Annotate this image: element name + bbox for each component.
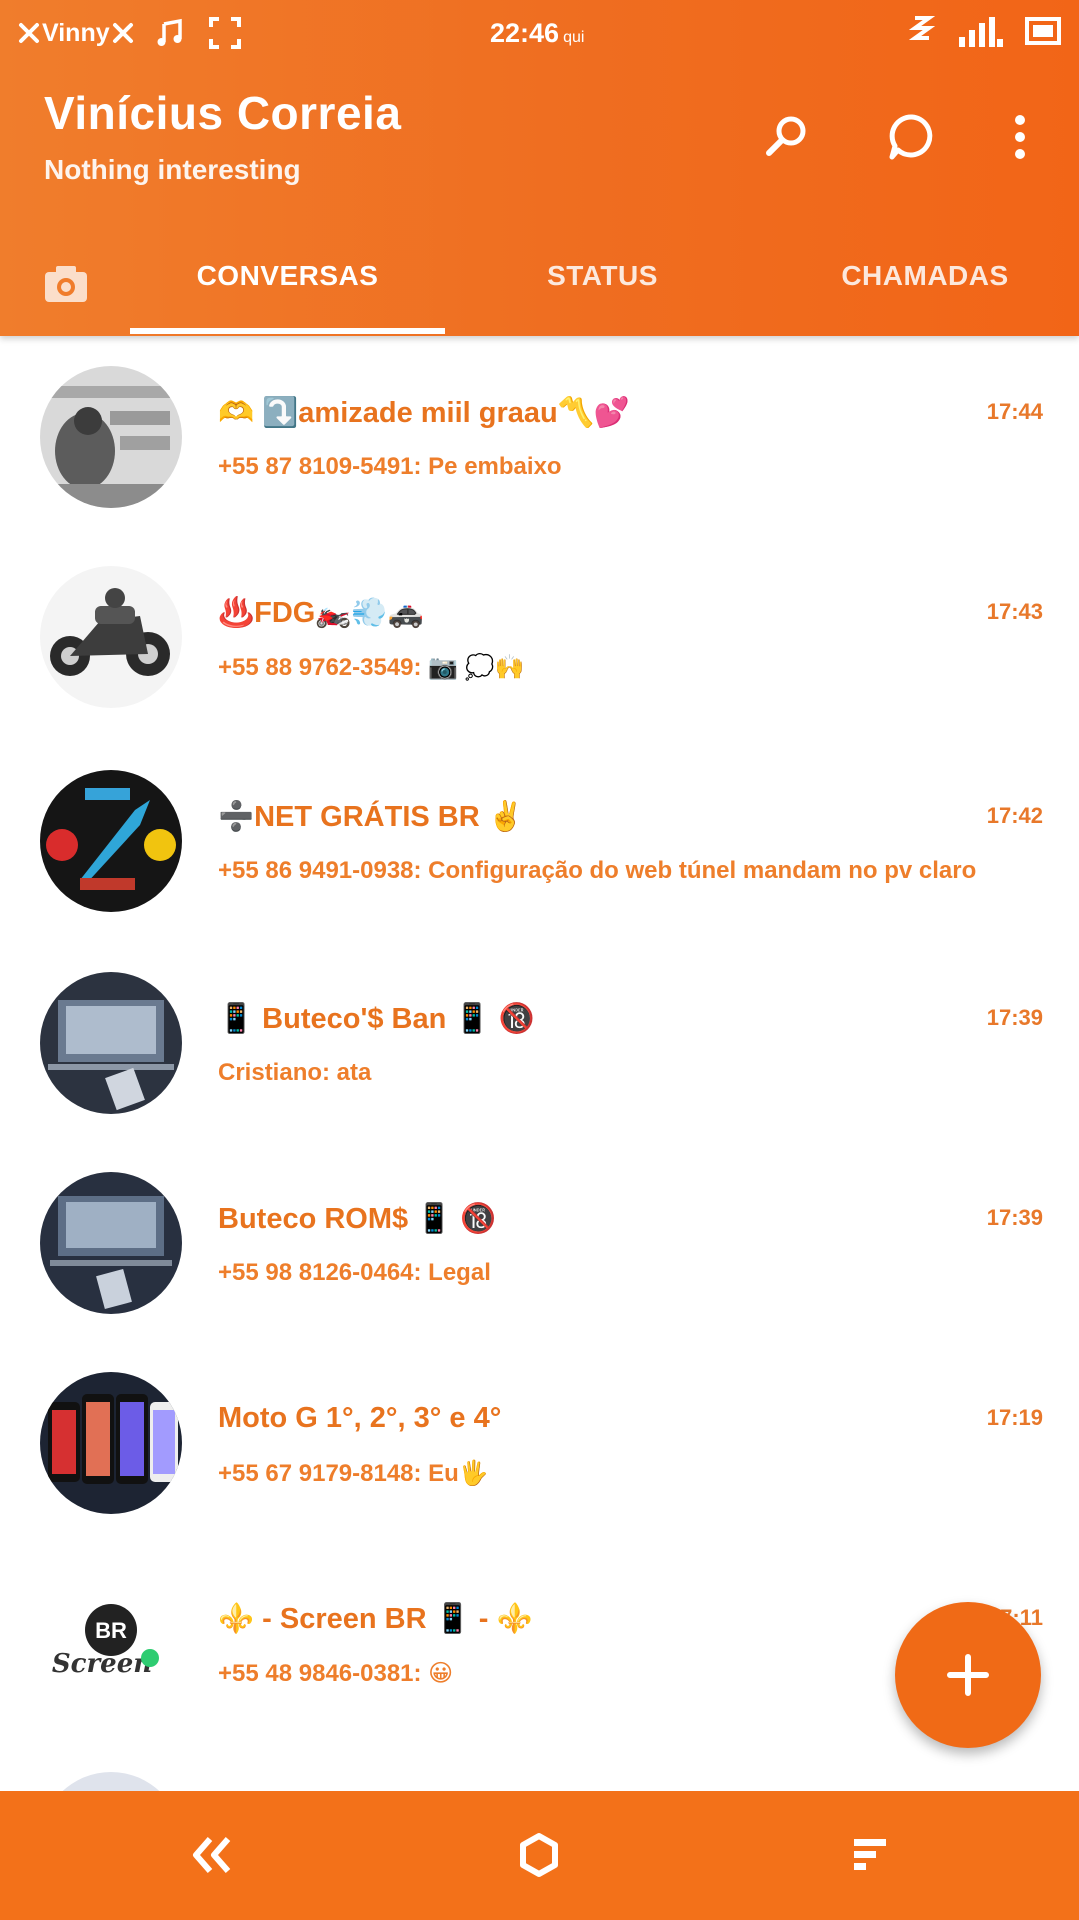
chat-item[interactable]: ♨️FDG🏍️💨🚓 +55 88 9762-3549: 📷 💭🙌 17:43 [0, 536, 1079, 736]
chat-list: 🫶 ⤵️amizade miil graau〽️💕 +55 87 8109-54… [0, 336, 1079, 1791]
chat-preview: +55 88 9762-3549: 📷 💭🙌 [218, 654, 525, 681]
profile-name[interactable]: Vinícius Correia [44, 86, 401, 140]
plus-icon [947, 1654, 989, 1696]
status-bar-right [909, 14, 1061, 48]
rocket-logo-icon [40, 770, 182, 912]
chat-item[interactable]: 🫶 ⤵️amizade miil graau〽️💕 +55 87 8109-54… [0, 336, 1079, 536]
chat-time: 17:39 [986, 1005, 1043, 1030]
chat-title: Moto G 1°, 2°, 3° e 4° [218, 1402, 502, 1434]
chat-preview: +55 48 9846-0381: 😀 [218, 1660, 454, 1687]
avatar[interactable]: BR Screen [40, 1572, 182, 1714]
close-x-icon [19, 23, 39, 43]
clock-time: 22:46 [490, 18, 560, 48]
carrier-name: Vinny [42, 18, 110, 47]
more-vert-icon [1015, 115, 1025, 159]
search-icon [766, 116, 806, 156]
devices-photo-icon [40, 972, 182, 1114]
back-icon [193, 1837, 231, 1873]
chat-time: 17:39 [986, 1205, 1043, 1230]
tab-status[interactable]: STATUS [480, 260, 725, 292]
chat-item[interactable]: ➗NET GRÁTIS BR ✌️ +55 86 9491-0938: Conf… [0, 740, 1079, 940]
battery-icon [1025, 17, 1061, 45]
back-button[interactable] [176, 1819, 248, 1891]
chat-time: 17:44 [986, 399, 1043, 424]
chat-time: 17:42 [986, 803, 1043, 828]
devices-photo-icon [40, 1172, 182, 1314]
home-icon [520, 1833, 558, 1877]
chat-item[interactable]: Buteco ROM$ 📱 🔞 +55 98 8126-0464: Legal … [0, 1142, 1079, 1342]
chat-preview: +55 87 8109-5491: Pe embaixo [218, 453, 562, 480]
avatar[interactable] [40, 366, 182, 508]
profile-status: Nothing interesting [44, 154, 301, 185]
active-tab-indicator [130, 328, 445, 334]
tab-conversas[interactable]: CONVERSAS [130, 260, 445, 292]
chat-item[interactable]: Moto G 1°, 2°, 3° e 4° +55 67 9179-8148:… [0, 1342, 1079, 1542]
more-options-button[interactable] [990, 105, 1050, 169]
chat-title: ➗NET GRÁTIS BR ✌️ [218, 801, 524, 833]
carrier: Vinny [18, 19, 134, 48]
chat-time: 17:19 [986, 1405, 1043, 1430]
chat-preview: +55 86 9491-0938: Configuração do web tú… [218, 857, 977, 884]
recents-button[interactable] [834, 1819, 906, 1891]
chat-time: 17:43 [986, 599, 1043, 624]
new-conversation-fab[interactable] [895, 1602, 1041, 1748]
avatar[interactable] [40, 1172, 182, 1314]
svg-text:Screen: Screen [52, 1649, 152, 1679]
avatar[interactable] [40, 770, 182, 912]
status-bar: Vinny 22:46 qui [0, 0, 1079, 70]
new-chat-button[interactable] [880, 105, 944, 169]
tab-camera[interactable] [36, 254, 96, 314]
camera-icon [45, 266, 87, 302]
status-time: 22:46 qui [490, 18, 584, 49]
signal-bars-icon [959, 17, 1003, 47]
search-button[interactable] [755, 105, 819, 169]
chat-preview: +55 98 8126-0464: Legal [218, 1259, 491, 1286]
recents-icon [854, 1839, 886, 1870]
chat-item[interactable]: 📱 Buteco'$ Ban 📱 🔞 Cristiano: ata 17:39 [0, 942, 1079, 1142]
close-x-icon [112, 23, 133, 43]
chat-preview: Cristiano: ata [218, 1059, 372, 1086]
chat-preview: +55 67 9179-8148: Eu🖐️ [218, 1460, 489, 1487]
avatar[interactable] [40, 1772, 182, 1791]
chat-title: 📱 Buteco'$ Ban 📱 🔞 [218, 1003, 535, 1035]
chat-title: Buteco ROM$ 📱 🔞 [218, 1203, 497, 1235]
screenshot-frame-icon [208, 17, 241, 49]
music-note-icon [157, 18, 182, 46]
chat-title: ♨️FDG🏍️💨🚓 [218, 597, 424, 629]
chat-item[interactable] [0, 1742, 1079, 1791]
motorcycle-photo-icon [40, 566, 182, 708]
phones-photo-icon [40, 1372, 182, 1514]
avatar[interactable] [40, 1372, 182, 1514]
system-nav-bar [0, 1791, 1079, 1920]
group-photo-icon [40, 366, 182, 508]
new-chat-icon [889, 114, 933, 160]
clock-day: qui [563, 29, 585, 46]
chat-title: 🫶 ⤵️amizade miil graau〽️💕 [218, 397, 630, 429]
avatar[interactable] [40, 566, 182, 708]
chat-title: ⚜️ - Screen BR 📱 - ⚜️ [218, 1603, 533, 1635]
avatar[interactable] [40, 972, 182, 1114]
tab-bar: CONVERSAS STATUS CHAMADAS [0, 240, 1079, 336]
tab-chamadas[interactable]: CHAMADAS [790, 260, 1060, 292]
vibrate-icon [909, 16, 935, 40]
screen-br-logo-icon: BR Screen [40, 1572, 182, 1714]
app-header: Vinny 22:46 qui Vinícius Correia Nothing… [0, 0, 1079, 336]
home-button[interactable] [503, 1819, 575, 1891]
svg-text:BR: BR [95, 1618, 127, 1643]
status-bar-left: Vinny [18, 16, 242, 50]
